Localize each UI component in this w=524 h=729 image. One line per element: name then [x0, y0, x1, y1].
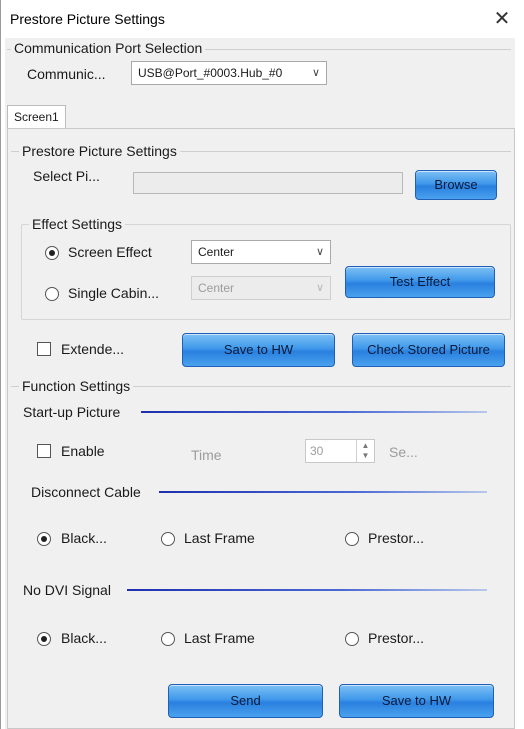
- no-dvi-last-frame-label: Last Frame: [184, 630, 255, 646]
- extended-checkbox[interactable]: [37, 342, 51, 356]
- startup-enable-checkbox[interactable]: [37, 444, 51, 458]
- chevron-down-icon: ∨: [315, 246, 324, 258]
- disconnect-last-frame-label: Last Frame: [184, 530, 255, 546]
- startup-time-label: Time: [191, 447, 222, 463]
- save-to-hw-button-prestore[interactable]: Save to HW: [182, 333, 335, 367]
- single-cabinet-radio[interactable]: [45, 287, 59, 301]
- screen-effect-radio[interactable]: [45, 246, 59, 260]
- window-title: Prestore Picture Settings: [10, 11, 165, 27]
- tab-screen1-label: Screen1: [14, 110, 59, 124]
- disconnect-black-radio[interactable]: [37, 532, 51, 546]
- no-dvi-black-label: Black...: [61, 630, 107, 646]
- screen-effect-label: Screen Effect: [68, 244, 152, 260]
- no-dvi-signal-label: No DVI Signal: [23, 582, 111, 598]
- comm-group-label: Communication Port Selection: [11, 40, 206, 56]
- single-cabinet-label: Single Cabin...: [68, 285, 160, 301]
- disconnect-prestored-label: Prestor...: [368, 530, 425, 546]
- startup-time-unit: Se...: [389, 444, 418, 460]
- startup-time-value: 30: [310, 444, 324, 458]
- single-cabinet-select[interactable]: Center ∨: [191, 276, 331, 300]
- chevron-down-icon: ∨: [315, 282, 324, 294]
- check-stored-picture-button[interactable]: Check Stored Picture: [352, 333, 505, 367]
- disconnect-prestored-radio[interactable]: [345, 532, 359, 546]
- comm-port-select[interactable]: USB@Port_#0003.Hub_#0 ∨: [131, 61, 327, 85]
- spin-arrows-icon[interactable]: ▲ ▼: [356, 440, 374, 462]
- startup-separator: [141, 411, 487, 413]
- single-cabinet-value: Center: [198, 281, 235, 295]
- no-dvi-separator: [127, 589, 487, 591]
- startup-time-stepper[interactable]: 30 ▲ ▼: [305, 439, 375, 463]
- startup-picture-label: Start-up Picture: [23, 404, 121, 420]
- no-dvi-prestored-label: Prestor...: [368, 630, 425, 646]
- disconnect-last-frame-radio[interactable]: [161, 532, 175, 546]
- send-button[interactable]: Send: [168, 684, 323, 718]
- prestore-group-label: Prestore Picture Settings: [19, 143, 180, 159]
- no-dvi-last-frame-radio[interactable]: [161, 632, 175, 646]
- browse-button[interactable]: Browse: [415, 170, 497, 200]
- disconnect-cable-label: Disconnect Cable: [31, 484, 141, 500]
- select-picture-path[interactable]: [133, 172, 403, 194]
- chevron-down-icon: ∨: [311, 67, 320, 79]
- test-effect-button[interactable]: Test Effect: [345, 266, 495, 298]
- effect-group-label: Effect Settings: [29, 216, 126, 232]
- select-picture-label: Select Pi...: [33, 168, 100, 184]
- startup-enable-label: Enable: [61, 443, 105, 459]
- close-icon[interactable]: ✕: [490, 7, 514, 31]
- function-group-label: Function Settings: [19, 378, 134, 394]
- disconnect-black-label: Black...: [61, 530, 107, 546]
- no-dvi-prestored-radio[interactable]: [345, 632, 359, 646]
- screen-effect-value: Center: [198, 245, 235, 259]
- save-to-hw-button-footer[interactable]: Save to HW: [339, 684, 494, 718]
- extended-label: Extende...: [61, 341, 125, 357]
- prestore-picture-dialog: Prestore Picture Settings ✕ Communicatio…: [0, 0, 524, 729]
- disconnect-separator: [159, 491, 487, 493]
- tab-screen1[interactable]: Screen1: [7, 105, 66, 129]
- no-dvi-black-radio[interactable]: [37, 632, 51, 646]
- screen-effect-select[interactable]: Center ∨: [191, 240, 331, 264]
- comm-port-value: USB@Port_#0003.Hub_#0: [138, 66, 283, 80]
- comm-port-label: Communic...: [27, 66, 106, 82]
